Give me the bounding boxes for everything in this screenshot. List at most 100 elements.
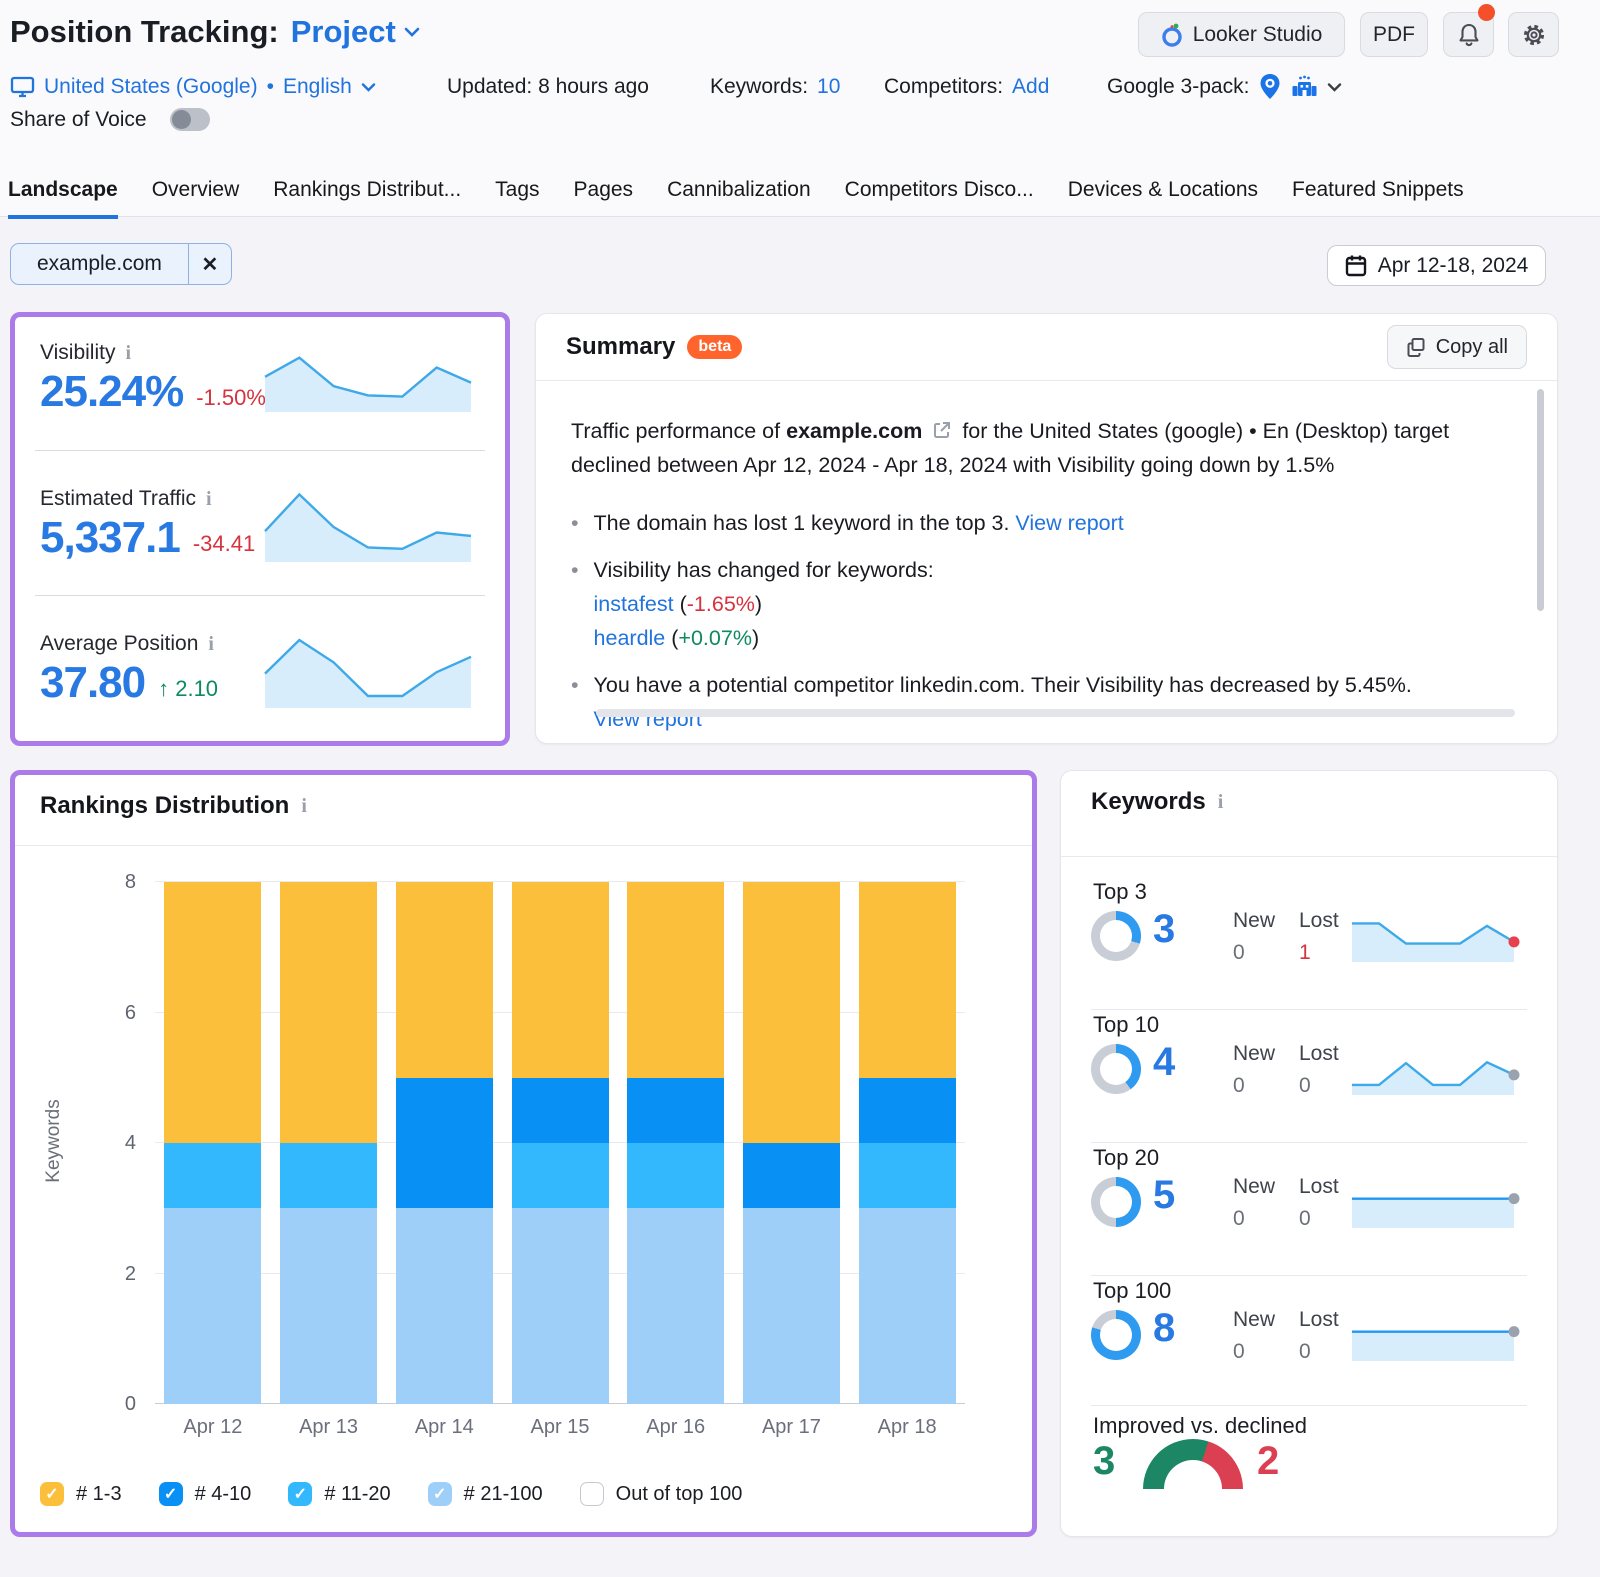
looker-studio-button[interactable]: Looker Studio bbox=[1138, 12, 1345, 57]
info-icon[interactable]: i bbox=[1218, 791, 1224, 814]
rankings-distribution-panel: Rankings Distribution i Keywords 02468 A… bbox=[10, 770, 1037, 1537]
info-icon[interactable]: i bbox=[301, 795, 307, 818]
keyword-link-instafest[interactable]: instafest bbox=[594, 592, 674, 616]
bar-column-apr-18[interactable] bbox=[859, 882, 956, 1404]
bar-segment[interactable] bbox=[164, 882, 261, 1143]
bar-segment[interactable] bbox=[627, 1208, 724, 1404]
bar-segment[interactable] bbox=[512, 1078, 609, 1143]
improved-count: 3 bbox=[1093, 1439, 1115, 1484]
tab-featured-snippets[interactable]: Featured Snippets bbox=[1292, 178, 1464, 219]
bar-segment[interactable] bbox=[859, 882, 956, 1078]
pdf-button[interactable]: PDF bbox=[1360, 12, 1428, 57]
page-header: Position Tracking: Project Looker Studio… bbox=[0, 0, 1600, 217]
keyword-trend-sparkline bbox=[1349, 1310, 1523, 1362]
tab-cannibalization[interactable]: Cannibalization bbox=[667, 178, 811, 219]
bar-segment[interactable] bbox=[859, 1078, 956, 1143]
project-selector[interactable]: Project bbox=[291, 14, 420, 50]
bar-segment[interactable] bbox=[280, 882, 377, 1143]
tab-tags[interactable]: Tags bbox=[495, 178, 539, 219]
bar-segment[interactable] bbox=[743, 882, 840, 1143]
add-competitors-link[interactable]: Add bbox=[1012, 75, 1049, 99]
bar-segment[interactable] bbox=[627, 1078, 724, 1143]
bullet-dot: • bbox=[571, 668, 579, 736]
view-report-link[interactable]: View report bbox=[1015, 511, 1123, 535]
legend-item[interactable]: ✓# 21-100 bbox=[428, 1482, 543, 1506]
bar-column-apr-12[interactable] bbox=[164, 882, 261, 1404]
copy-all-button[interactable]: Copy all bbox=[1387, 325, 1527, 369]
tab-landscape[interactable]: Landscape bbox=[8, 178, 118, 219]
settings-button[interactable] bbox=[1508, 12, 1559, 57]
bar-segment[interactable] bbox=[396, 882, 493, 1078]
legend-item[interactable]: ✓# 11-20 bbox=[288, 1482, 390, 1506]
keywords-count-link[interactable]: 10 bbox=[817, 75, 840, 99]
language-link[interactable]: English bbox=[283, 75, 352, 99]
legend-item[interactable]: ✓# 1-3 bbox=[40, 1482, 122, 1506]
bar-segment[interactable] bbox=[743, 1208, 840, 1404]
business-building-icon[interactable] bbox=[1291, 74, 1318, 100]
summary-scrollbar-vertical[interactable] bbox=[1537, 389, 1544, 611]
checked-checkbox-icon[interactable]: ✓ bbox=[40, 1482, 64, 1506]
keyword-donut bbox=[1091, 1310, 1141, 1360]
bar-column-apr-16[interactable] bbox=[627, 882, 724, 1404]
bar-segment[interactable] bbox=[396, 1208, 493, 1404]
x-tick-label: Apr 12 bbox=[153, 1416, 273, 1439]
summary-bullet-1: • The domain has lost 1 keyword in the t… bbox=[571, 506, 1487, 540]
legend-item[interactable]: Out of top 100 bbox=[580, 1482, 743, 1506]
date-range-picker[interactable]: Apr 12-18, 2024 bbox=[1327, 245, 1546, 286]
checked-checkbox-icon[interactable]: ✓ bbox=[288, 1482, 312, 1506]
bar-segment[interactable] bbox=[164, 1143, 261, 1208]
traffic-label-row: Estimated Traffic i bbox=[40, 487, 212, 511]
new-value: 0 bbox=[1233, 1074, 1245, 1098]
checked-checkbox-icon[interactable]: ✓ bbox=[159, 1482, 183, 1506]
bar-segment[interactable] bbox=[627, 882, 724, 1078]
info-icon[interactable]: i bbox=[206, 488, 212, 511]
bar-column-apr-15[interactable] bbox=[512, 882, 609, 1404]
external-link-icon[interactable] bbox=[932, 420, 952, 440]
bar-segment[interactable] bbox=[164, 1208, 261, 1404]
bar-segment[interactable] bbox=[512, 1208, 609, 1404]
location-link[interactable]: United States (Google) bbox=[44, 75, 258, 99]
improved-declined-gauge bbox=[1143, 1439, 1243, 1489]
bar-segment[interactable] bbox=[396, 1078, 493, 1209]
donut-hole bbox=[1100, 1319, 1132, 1351]
location-pin-icon[interactable] bbox=[1258, 73, 1282, 101]
bar-segment[interactable] bbox=[743, 1143, 840, 1208]
bar-column-apr-13[interactable] bbox=[280, 882, 377, 1404]
bar-segment[interactable] bbox=[859, 1208, 956, 1404]
chevron-down-icon[interactable] bbox=[1327, 83, 1342, 92]
keyword-donut bbox=[1091, 911, 1141, 961]
summary-bullet-list: • The domain has lost 1 keyword in the t… bbox=[571, 506, 1487, 736]
summary-scrollbar-horizontal[interactable] bbox=[596, 709, 1515, 717]
bar-column-apr-14[interactable] bbox=[396, 882, 493, 1404]
bar-segment[interactable] bbox=[280, 1208, 377, 1404]
bar-segment[interactable] bbox=[627, 1143, 724, 1208]
bar-segment[interactable] bbox=[280, 1143, 377, 1208]
summary-intro: Traffic performance of example.com for t… bbox=[571, 414, 1487, 482]
info-icon[interactable]: i bbox=[208, 633, 214, 656]
info-icon[interactable]: i bbox=[125, 342, 131, 365]
bar-segment[interactable] bbox=[512, 1143, 609, 1208]
pdf-label: PDF bbox=[1373, 23, 1415, 47]
bar-segment[interactable] bbox=[859, 1143, 956, 1208]
bar-column-apr-17[interactable] bbox=[743, 882, 840, 1404]
visibility-label: Visibility bbox=[40, 341, 115, 365]
remove-filter-icon[interactable]: ✕ bbox=[188, 244, 231, 284]
share-of-voice-toggle[interactable] bbox=[170, 108, 210, 131]
gear-icon bbox=[1522, 23, 1546, 47]
tab-pages[interactable]: Pages bbox=[574, 178, 634, 219]
tab-overview[interactable]: Overview bbox=[152, 178, 240, 219]
legend-item[interactable]: ✓# 4-10 bbox=[159, 1482, 252, 1506]
bar-segment[interactable] bbox=[512, 882, 609, 1078]
domain-filter-chip[interactable]: example.com ✕ bbox=[10, 243, 232, 285]
checked-checkbox-icon[interactable]: ✓ bbox=[428, 1482, 452, 1506]
tab-rankings-distribution[interactable]: Rankings Distribut... bbox=[273, 178, 461, 219]
tab-competitors-discovery[interactable]: Competitors Disco... bbox=[845, 178, 1034, 219]
monitor-icon bbox=[10, 75, 35, 99]
target-selector[interactable]: United States (Google) • English bbox=[10, 73, 376, 101]
traffic-value-row: 5,337.1 -34.41 bbox=[40, 513, 255, 563]
keyword-link-heardle[interactable]: heardle bbox=[594, 626, 666, 650]
tab-devices-locations[interactable]: Devices & Locations bbox=[1068, 178, 1258, 219]
unchecked-checkbox-icon[interactable] bbox=[580, 1482, 604, 1506]
position-sparkline bbox=[262, 629, 478, 709]
y-tick-label: 6 bbox=[125, 1002, 136, 1025]
